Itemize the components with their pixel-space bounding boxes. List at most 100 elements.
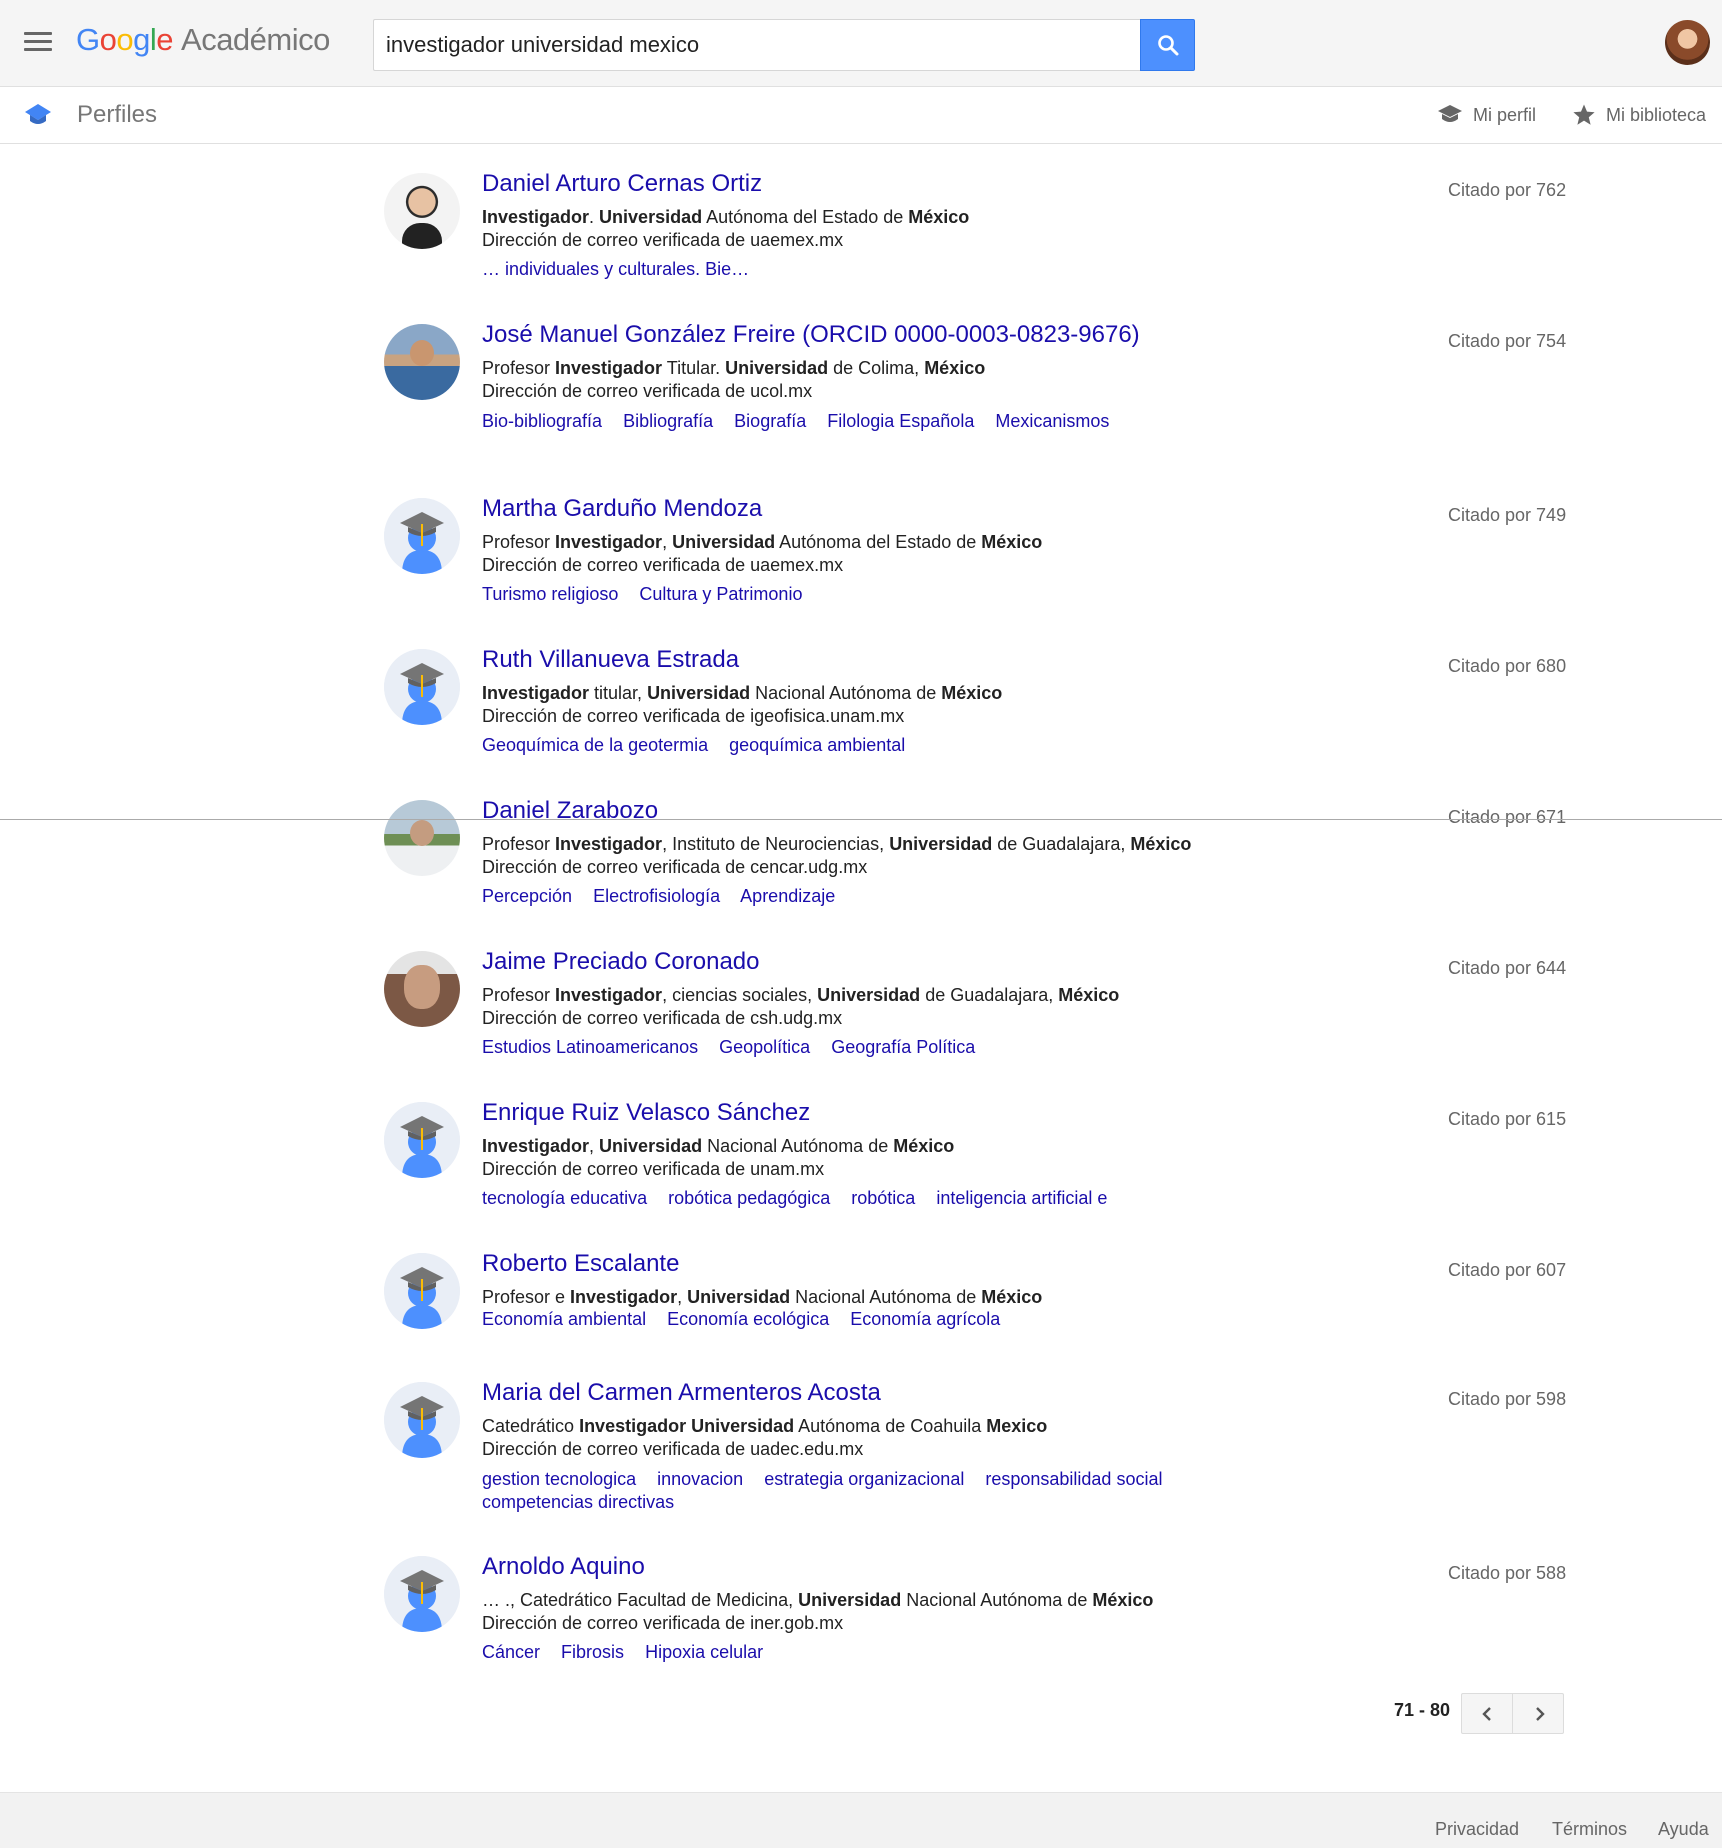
- cited-by-link[interactable]: Citado por 598: [1448, 1389, 1566, 1410]
- verified-email: Dirección de correo verificada de igeofi…: [482, 706, 905, 726]
- search-button[interactable]: [1140, 19, 1195, 71]
- profile-affiliation: Investigador titular, Universidad Nacion…: [482, 683, 1003, 703]
- cited-by-link[interactable]: Citado por 680: [1448, 656, 1566, 677]
- research-interests: Bio-bibliografía Bibliografía Biografía …: [482, 410, 1182, 433]
- hamburger-menu-icon[interactable]: [24, 32, 52, 54]
- interest-tag-link[interactable]: Fibrosis: [561, 1642, 624, 1662]
- help-link[interactable]: Ayuda: [1658, 1819, 1709, 1840]
- profile-name-link[interactable]: Arnoldo Aquino: [482, 1553, 645, 1581]
- interest-tag-link[interactable]: Mexicanismos: [995, 411, 1109, 431]
- profile-name-link[interactable]: Maria del Carmen Armenteros Acosta: [482, 1379, 881, 1407]
- interest-tag-link[interactable]: … individuales y culturales. Bie…: [482, 259, 749, 279]
- cited-by-link[interactable]: Citado por 607: [1448, 1260, 1566, 1281]
- profile-name-link[interactable]: Martha Garduño Mendoza: [482, 495, 762, 523]
- interest-tag-link[interactable]: inteligencia artificial e: [936, 1188, 1107, 1208]
- profile-result: Roberto Escalante Profesor e Investigador…: [0, 1250, 1722, 1379]
- verified-email: Dirección de correo verificada de uaemex…: [482, 555, 844, 575]
- search-input[interactable]: [373, 19, 1141, 71]
- interest-tag-link[interactable]: Biografía: [734, 411, 806, 431]
- interest-tag-link[interactable]: tecnología educativa: [482, 1188, 647, 1208]
- user-avatar[interactable]: [1665, 20, 1710, 65]
- interest-tag-link[interactable]: Percepción: [482, 886, 572, 906]
- profile-result: Ruth Villanueva Estrada Investigador titu…: [0, 646, 1722, 797]
- interest-tag-link[interactable]: Estudios Latinoamericanos: [482, 1037, 698, 1057]
- cited-by-link[interactable]: Citado por 762: [1448, 180, 1566, 201]
- my-library-link[interactable]: Mi biblioteca: [1572, 101, 1706, 129]
- profile-result: Maria del Carmen Armenteros Acosta Catedr…: [0, 1379, 1722, 1553]
- interest-tag-link[interactable]: innovacion: [657, 1469, 743, 1489]
- placeholder-avatar-icon[interactable]: [384, 1382, 460, 1458]
- profile-result: Arnoldo Aquino … ., Catedrático Facultad …: [0, 1553, 1722, 1704]
- profile-photo[interactable]: [384, 800, 460, 876]
- terms-link[interactable]: Términos: [1552, 1819, 1627, 1840]
- interest-tag-link[interactable]: Cultura y Patrimonio: [639, 584, 802, 604]
- privacy-link[interactable]: Privacidad: [1435, 1819, 1519, 1840]
- profile-photo[interactable]: [384, 173, 460, 249]
- profile-name-link[interactable]: José Manuel González Freire (ORCID 0000-…: [482, 321, 1140, 349]
- cited-by-link[interactable]: Citado por 671: [1448, 807, 1566, 828]
- interest-tag-link[interactable]: Geografía Política: [831, 1037, 975, 1057]
- interest-tag-link[interactable]: Cáncer: [482, 1642, 540, 1662]
- cited-by-link[interactable]: Citado por 754: [1448, 331, 1566, 352]
- interest-tag-link[interactable]: Economía agrícola: [850, 1309, 1000, 1329]
- research-interests: Geoquímica de la geotermia geoquímica am…: [482, 735, 921, 756]
- interest-tag-link[interactable]: Geoquímica de la geotermia: [482, 735, 708, 755]
- interest-tag-link[interactable]: Economía ecológica: [667, 1309, 829, 1329]
- profile-affiliation: Investigador, Universidad Nacional Autón…: [482, 1136, 955, 1156]
- profile-name-link[interactable]: Roberto Escalante: [482, 1250, 679, 1278]
- next-page-button[interactable]: [1512, 1693, 1564, 1734]
- cited-by-link[interactable]: Citado por 644: [1448, 958, 1566, 979]
- cited-by-link[interactable]: Citado por 615: [1448, 1109, 1566, 1130]
- profile-name-link[interactable]: Enrique Ruiz Velasco Sánchez: [482, 1099, 810, 1127]
- placeholder-avatar-icon[interactable]: [384, 1102, 460, 1178]
- scholar-cap-icon: [25, 104, 51, 124]
- interest-tag-link[interactable]: robótica: [851, 1188, 915, 1208]
- interest-tag-link[interactable]: Bio-bibliografía: [482, 411, 602, 431]
- profile-photo[interactable]: [384, 324, 460, 400]
- interest-tag-link[interactable]: Geopolítica: [719, 1037, 810, 1057]
- profile-affiliation: Catedrático Investigador Universidad Aut…: [482, 1416, 1048, 1436]
- interest-tag-link[interactable]: Bibliografía: [623, 411, 713, 431]
- interest-tag-link[interactable]: Hipoxia celular: [645, 1642, 763, 1662]
- footer: Privacidad Términos Ayuda: [0, 1792, 1722, 1848]
- interest-tag-link[interactable]: estrategia organizacional: [764, 1469, 964, 1489]
- profile-name-link[interactable]: Daniel Zarabozo: [482, 797, 658, 825]
- interest-tag-link[interactable]: robótica pedagógica: [668, 1188, 830, 1208]
- profile-affiliation: Profesor Investigador Titular. Universid…: [482, 358, 986, 378]
- verified-email: Dirección de correo verificada de uaemex…: [482, 230, 844, 250]
- profile-photo[interactable]: [384, 951, 460, 1027]
- previous-page-button[interactable]: [1461, 1693, 1513, 1734]
- verified-email: Dirección de correo verificada de uadec.…: [482, 1439, 864, 1459]
- chevron-left-icon: [1482, 1707, 1491, 1721]
- research-interests: Cáncer Fibrosis Hipoxia celular: [482, 1642, 779, 1663]
- pagination-range: 71 - 80: [1394, 1700, 1451, 1720]
- research-interests: tecnología educativa robótica pedagógica…: [482, 1188, 1123, 1209]
- placeholder-avatar-icon[interactable]: [384, 649, 460, 725]
- interest-tag-link[interactable]: Electrofisiología: [593, 886, 720, 906]
- placeholder-avatar-icon[interactable]: [384, 498, 460, 574]
- interest-tag-link[interactable]: geoquímica ambiental: [729, 735, 905, 755]
- interest-tag-link[interactable]: competencias directivas: [482, 1492, 674, 1512]
- google-scholar-logo[interactable]: Google Académico: [76, 22, 330, 58]
- cited-by-link[interactable]: Citado por 749: [1448, 505, 1566, 526]
- page-title: Perfiles: [77, 101, 158, 128]
- placeholder-avatar-icon[interactable]: [384, 1556, 460, 1632]
- profile-name-link[interactable]: Daniel Arturo Cernas Ortiz: [482, 170, 762, 198]
- profile-affiliation: … ., Catedrático Facultad de Medicina, U…: [482, 1590, 1154, 1610]
- my-profile-label: Mi perfil: [1473, 104, 1537, 125]
- research-interests: gestion tecnologica innovacion estrategi…: [482, 1468, 1182, 1514]
- profile-name-link[interactable]: Jaime Preciado Coronado: [482, 948, 760, 976]
- my-profile-link[interactable]: Mi perfil: [1437, 101, 1536, 129]
- interest-tag-link[interactable]: responsabilidad social: [985, 1469, 1162, 1489]
- profile-result: Martha Garduño Mendoza Profesor Investiga…: [0, 495, 1722, 646]
- interest-tag-link[interactable]: Filologia Española: [827, 411, 974, 431]
- cited-by-link[interactable]: Citado por 588: [1448, 1563, 1566, 1584]
- interest-tag-link[interactable]: Economía ambiental: [482, 1309, 646, 1329]
- interest-tag-link[interactable]: gestion tecnologica: [482, 1469, 636, 1489]
- research-interests: Turismo religioso Cultura y Patrimonio: [482, 584, 818, 605]
- profile-name-link[interactable]: Ruth Villanueva Estrada: [482, 646, 739, 674]
- placeholder-avatar-icon[interactable]: [384, 1253, 460, 1329]
- research-interests: Estudios Latinoamericanos Geopolítica Ge…: [482, 1037, 991, 1058]
- interest-tag-link[interactable]: Aprendizaje: [740, 886, 835, 906]
- interest-tag-link[interactable]: Turismo religioso: [482, 584, 618, 604]
